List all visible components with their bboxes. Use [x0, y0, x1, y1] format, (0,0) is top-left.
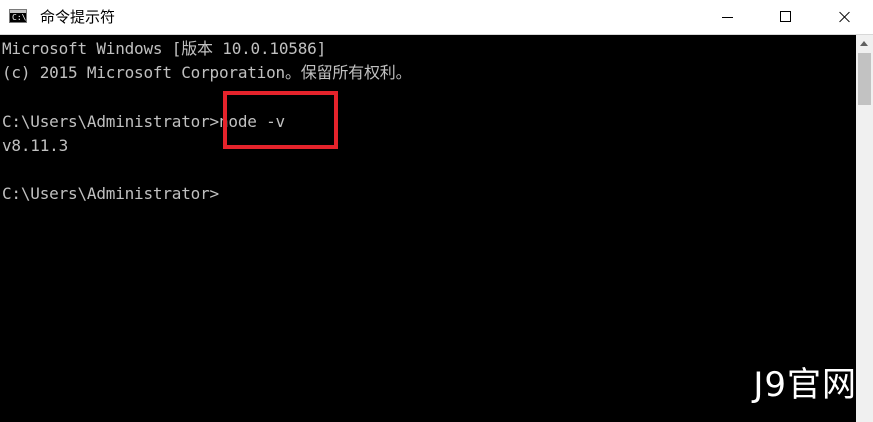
- scroll-thumb[interactable]: [858, 53, 871, 105]
- cmd-console-icon[interactable]: C:\: [9, 9, 27, 23]
- vertical-scrollbar[interactable]: [856, 35, 873, 422]
- console-line-prompt[interactable]: C:\Users\Administrator>: [2, 182, 219, 206]
- command-highlight-box: [223, 91, 338, 149]
- window-title: 命令提示符: [40, 8, 116, 26]
- watermark-logo: J9官网: [753, 365, 857, 405]
- console-line-copyright: (c) 2015 Microsoft Corporation。保留所有权利。: [2, 63, 412, 82]
- cmd-icon-glyph: C:\: [12, 13, 27, 22]
- maximize-button[interactable]: [756, 0, 814, 34]
- console-line-version: Microsoft Windows [版本 10.0.10586]: [2, 39, 327, 58]
- scroll-up-arrow-icon[interactable]: [856, 35, 873, 52]
- console-output[interactable]: Microsoft Windows [版本 10.0.10586] (c) 20…: [0, 35, 856, 422]
- console-line-result: v8.11.3: [2, 136, 69, 155]
- close-button[interactable]: [815, 0, 873, 34]
- minimize-button[interactable]: [698, 0, 756, 34]
- title-bar[interactable]: C:\ 命令提示符: [0, 0, 873, 35]
